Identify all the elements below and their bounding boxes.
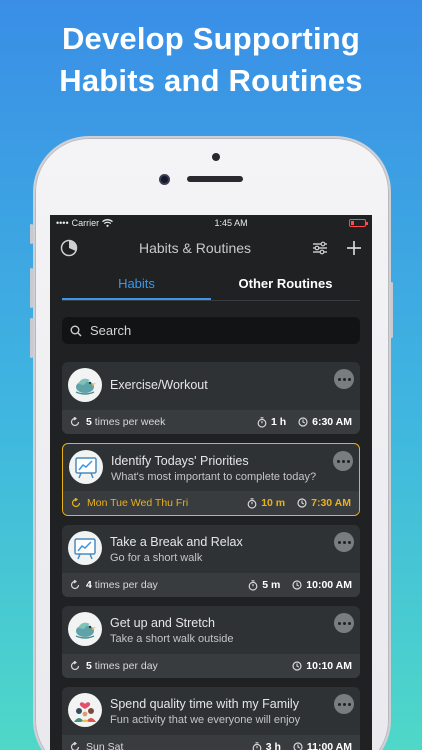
time-value: 11:00 AM xyxy=(306,741,352,750)
repeat-icon xyxy=(70,417,80,427)
add-icon[interactable] xyxy=(346,240,362,256)
habit-frequency: Sun Sat xyxy=(70,741,252,750)
habit-schedule-row: 5 times per week 1 h 6:30 AM xyxy=(62,410,360,434)
habit-time: 11:00 AM xyxy=(293,741,352,750)
repeat-icon xyxy=(70,661,80,671)
signal-dots-icon: •••• xyxy=(56,218,69,228)
habit-card[interactable]: Spend quality time with my Family Fun ac… xyxy=(62,687,360,750)
time-value: 10:00 AM xyxy=(306,579,352,591)
duration-value: 5 m xyxy=(262,579,281,591)
clock-icon xyxy=(297,498,307,508)
family-icon xyxy=(68,693,102,727)
frequency-label: Mon Tue Wed Thu Fri xyxy=(87,497,189,509)
tab-bar: Habits Other Routines xyxy=(62,273,360,301)
clock-icon xyxy=(292,661,302,671)
repeat-icon xyxy=(70,580,80,590)
bird-icon xyxy=(68,612,102,646)
time-value: 7:30 AM xyxy=(311,497,351,509)
more-options-icon[interactable] xyxy=(333,451,353,471)
wifi-icon xyxy=(102,219,114,227)
habit-card[interactable]: Exercise/Workout 5 times per week 1 h 6:… xyxy=(62,362,360,434)
clock-icon xyxy=(293,742,303,750)
status-time: 1:45 AM xyxy=(214,218,248,228)
habit-title: Take a Break and Relax xyxy=(110,535,243,549)
stopwatch-icon xyxy=(247,497,257,509)
time-value: 10:10 AM xyxy=(306,660,352,672)
habit-card[interactable]: Get up and Stretch Take a short walk out… xyxy=(62,606,360,678)
habit-duration: 3 h xyxy=(252,741,281,750)
search-input[interactable] xyxy=(90,323,330,338)
stopwatch-icon xyxy=(257,416,267,428)
habit-time: 10:00 AM xyxy=(292,579,352,591)
habit-card[interactable]: Identify Todays' Priorities What's most … xyxy=(62,443,360,516)
frequency-label: times per week xyxy=(94,416,166,428)
habit-time: 10:10 AM xyxy=(292,660,352,672)
clock-icon xyxy=(298,417,308,427)
frequency-label: times per day xyxy=(94,579,158,591)
stopwatch-icon xyxy=(252,741,262,750)
chart-board-icon xyxy=(69,450,103,484)
habit-schedule-row: 4 times per day 5 m 10:00 AM xyxy=(62,573,360,597)
habit-title: Get up and Stretch xyxy=(110,616,215,630)
tab-habits[interactable]: Habits xyxy=(62,273,211,300)
frequency-label: Sun Sat xyxy=(86,741,124,750)
habit-title: Identify Todays' Priorities xyxy=(111,454,249,468)
habit-subtitle: Take a short walk outside xyxy=(110,633,234,645)
habit-duration: 5 m xyxy=(248,579,280,591)
stopwatch-icon xyxy=(248,579,258,591)
more-options-icon[interactable] xyxy=(334,532,354,552)
proximity-sensor xyxy=(212,153,220,161)
habit-subtitle: Go for a short walk xyxy=(110,552,203,564)
tab-other-routines[interactable]: Other Routines xyxy=(211,273,360,300)
repeat-icon xyxy=(71,498,81,508)
filter-sliders-icon[interactable] xyxy=(312,241,328,255)
habit-frequency: 5 times per week xyxy=(70,416,257,428)
habit-frequency: 5 times per day xyxy=(70,660,266,672)
search-bar[interactable] xyxy=(62,317,360,344)
duration-value: 10 m xyxy=(261,497,286,509)
frequency-count: 5 xyxy=(86,660,92,672)
earpiece-speaker xyxy=(187,176,243,182)
duration-value: 1 h xyxy=(270,416,287,428)
pie-chart-icon[interactable] xyxy=(60,239,78,257)
nav-bar: Habits & Routines xyxy=(50,231,372,265)
bird-icon xyxy=(68,368,102,402)
search-icon xyxy=(70,325,82,336)
habit-card[interactable]: Take a Break and Relax Go for a short wa… xyxy=(62,525,360,597)
front-camera-icon xyxy=(159,174,170,185)
frequency-count: 5 xyxy=(86,416,92,428)
status-bar: •••• Carrier 1:45 AM xyxy=(50,215,372,231)
habit-duration: 1 h xyxy=(257,416,286,428)
headline: Develop Supporting Habits and Routines xyxy=(0,18,422,102)
more-options-icon[interactable] xyxy=(334,613,354,633)
clock-icon xyxy=(292,580,302,590)
battery-icon xyxy=(349,219,368,227)
habit-frequency: 4 times per day xyxy=(70,579,248,591)
habit-schedule-row: 5 times per day 10:10 AM xyxy=(62,654,360,678)
frequency-label: times per day xyxy=(94,660,158,672)
habit-duration: 10 m xyxy=(247,497,285,509)
habit-time: 6:30 AM xyxy=(298,416,352,428)
nav-title: Habits & Routines xyxy=(138,240,252,256)
more-options-icon[interactable] xyxy=(334,369,354,389)
habit-subtitle: What's most important to complete today? xyxy=(111,471,317,483)
headline-line-2: Habits and Routines xyxy=(59,63,363,98)
frequency-count: 4 xyxy=(86,579,92,591)
headline-line-1: Develop Supporting xyxy=(61,21,361,56)
app-screen: •••• Carrier 1:45 AM Habits & Routines H… xyxy=(50,215,372,750)
more-options-icon[interactable] xyxy=(334,694,354,714)
habit-subtitle: Fun activity that we everyone will enjoy xyxy=(110,714,301,726)
habit-time: 7:30 AM xyxy=(297,497,351,509)
carrier-label: Carrier xyxy=(71,218,100,228)
habit-list: Exercise/Workout 5 times per week 1 h 6:… xyxy=(62,362,360,750)
time-value: 6:30 AM xyxy=(312,416,352,428)
habit-frequency: Mon Tue Wed Thu Fri xyxy=(71,497,247,509)
habit-schedule-row: Sun Sat 3 h 11:00 AM xyxy=(62,735,360,750)
duration-value: 3 h xyxy=(265,741,281,750)
habit-title: Exercise/Workout xyxy=(110,378,208,392)
chart-board-icon xyxy=(68,531,102,565)
repeat-icon xyxy=(70,742,80,750)
habit-schedule-row: Mon Tue Wed Thu Fri 10 m 7:30 AM xyxy=(63,491,359,515)
habit-title: Spend quality time with my Family xyxy=(110,697,299,711)
